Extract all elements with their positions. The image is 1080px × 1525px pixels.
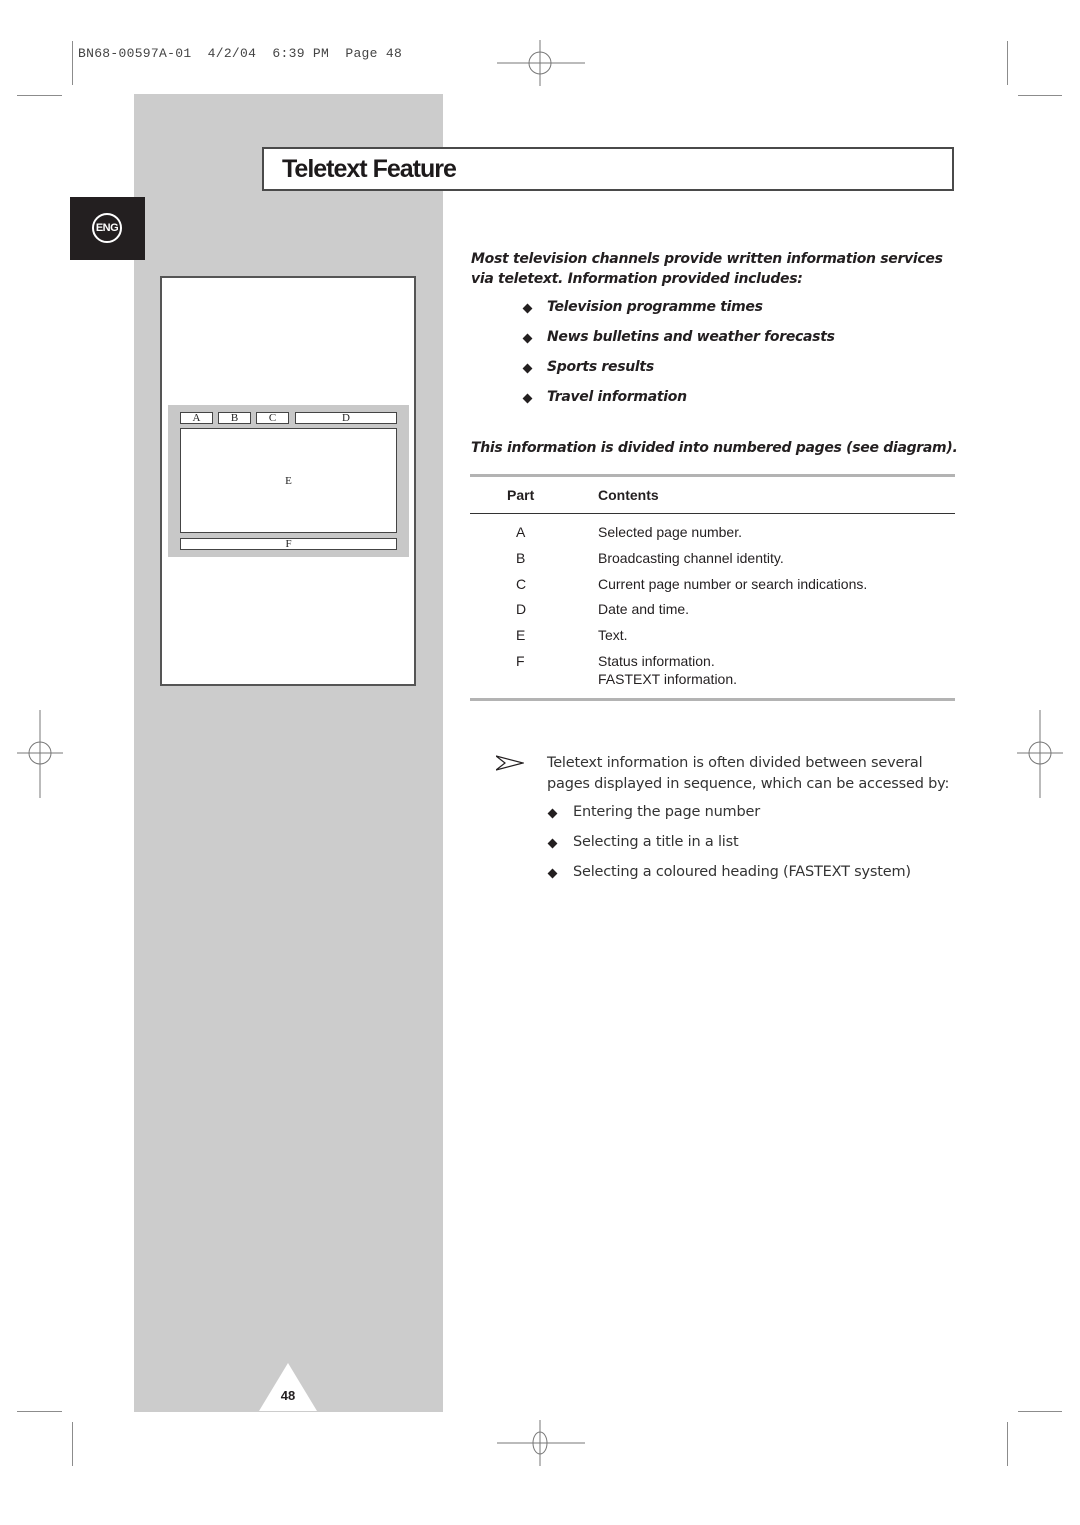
diagram-segment-d: D (295, 412, 397, 424)
feature-bullet: Television programme times (547, 299, 763, 315)
table-header-part: Part (507, 487, 535, 503)
diagram-segment-f: F (180, 538, 397, 550)
feature-bullet: Sports results (547, 359, 654, 375)
bullet-diamond-icon (522, 303, 533, 314)
table-top-rule (470, 474, 955, 477)
page-title: Teletext Feature (282, 155, 457, 183)
table-cell-contents: Status information. (598, 653, 715, 669)
registration-mark-icon (497, 1420, 585, 1466)
teletext-diagram: A B C D E F (168, 405, 409, 557)
table-header-rule (470, 513, 955, 514)
table-cell-part: B (516, 550, 526, 566)
title-box: Teletext Feature (262, 147, 954, 191)
bullet-diamond-icon (522, 363, 533, 374)
table-header-contents: Contents (598, 487, 659, 503)
crop-mark (1018, 1411, 1062, 1412)
crop-mark (1018, 95, 1062, 96)
crop-mark (1007, 1422, 1008, 1466)
diagram-segment-b: B (218, 412, 251, 424)
crop-mark (17, 95, 62, 96)
registration-mark-icon (17, 710, 63, 798)
feature-bullet: Travel information (547, 389, 687, 405)
access-method-bullet: Entering the page number (573, 804, 760, 820)
note-paragraph: Teletext information is often divided be… (547, 755, 950, 792)
table-bottom-rule (470, 698, 955, 701)
crop-mark (72, 1422, 73, 1466)
intro-paragraph: Most television channels provide written… (471, 251, 943, 287)
table-cell-contents: FASTEXT information. (598, 671, 738, 687)
diagram-segment-c: C (256, 412, 289, 424)
crop-mark (72, 41, 73, 85)
arrow-pointer-icon (495, 755, 526, 775)
table-cell-part: E (516, 627, 526, 643)
page-number: 48 (280, 1388, 296, 1403)
feature-bullet: News bulletins and weather forecasts (547, 329, 835, 345)
language-badge: ENG (92, 213, 122, 243)
diagram-screen: E (180, 428, 397, 533)
table-cell-contents: Date and time. (598, 601, 690, 617)
bullet-diamond-icon (547, 808, 558, 819)
registration-mark-icon (497, 40, 585, 86)
language-tab: ENG (70, 197, 145, 260)
print-slug: BN68-00597A-01 4/2/04 6:39 PM Page 48 (78, 46, 403, 61)
bullet-diamond-icon (547, 838, 558, 849)
access-method-bullet: Selecting a coloured heading (FASTEXT sy… (573, 864, 911, 880)
crop-mark (17, 1411, 62, 1412)
table-cell-contents: Selected page number. (598, 524, 742, 540)
diagram-segment-e: E (285, 475, 292, 487)
table-cell-contents: Text. (598, 627, 628, 643)
divided-note: This information is divided into numbere… (471, 440, 958, 456)
table-cell-part: F (516, 653, 525, 669)
bullet-diamond-icon (522, 333, 533, 344)
table-cell-part: D (516, 601, 527, 617)
page-number-triangle (259, 1363, 317, 1411)
table-cell-contents: Current page number or search indication… (598, 576, 868, 592)
table-cell-contents: Broadcasting channel identity. (598, 550, 784, 566)
table-cell-part: A (516, 524, 526, 540)
crop-mark (1007, 41, 1008, 85)
bullet-diamond-icon (522, 393, 533, 404)
diagram-segment-a: A (180, 412, 213, 424)
registration-mark-icon (1017, 710, 1063, 798)
access-method-bullet: Selecting a title in a list (573, 834, 739, 850)
bullet-diamond-icon (547, 868, 558, 879)
table-cell-part: C (516, 576, 527, 592)
